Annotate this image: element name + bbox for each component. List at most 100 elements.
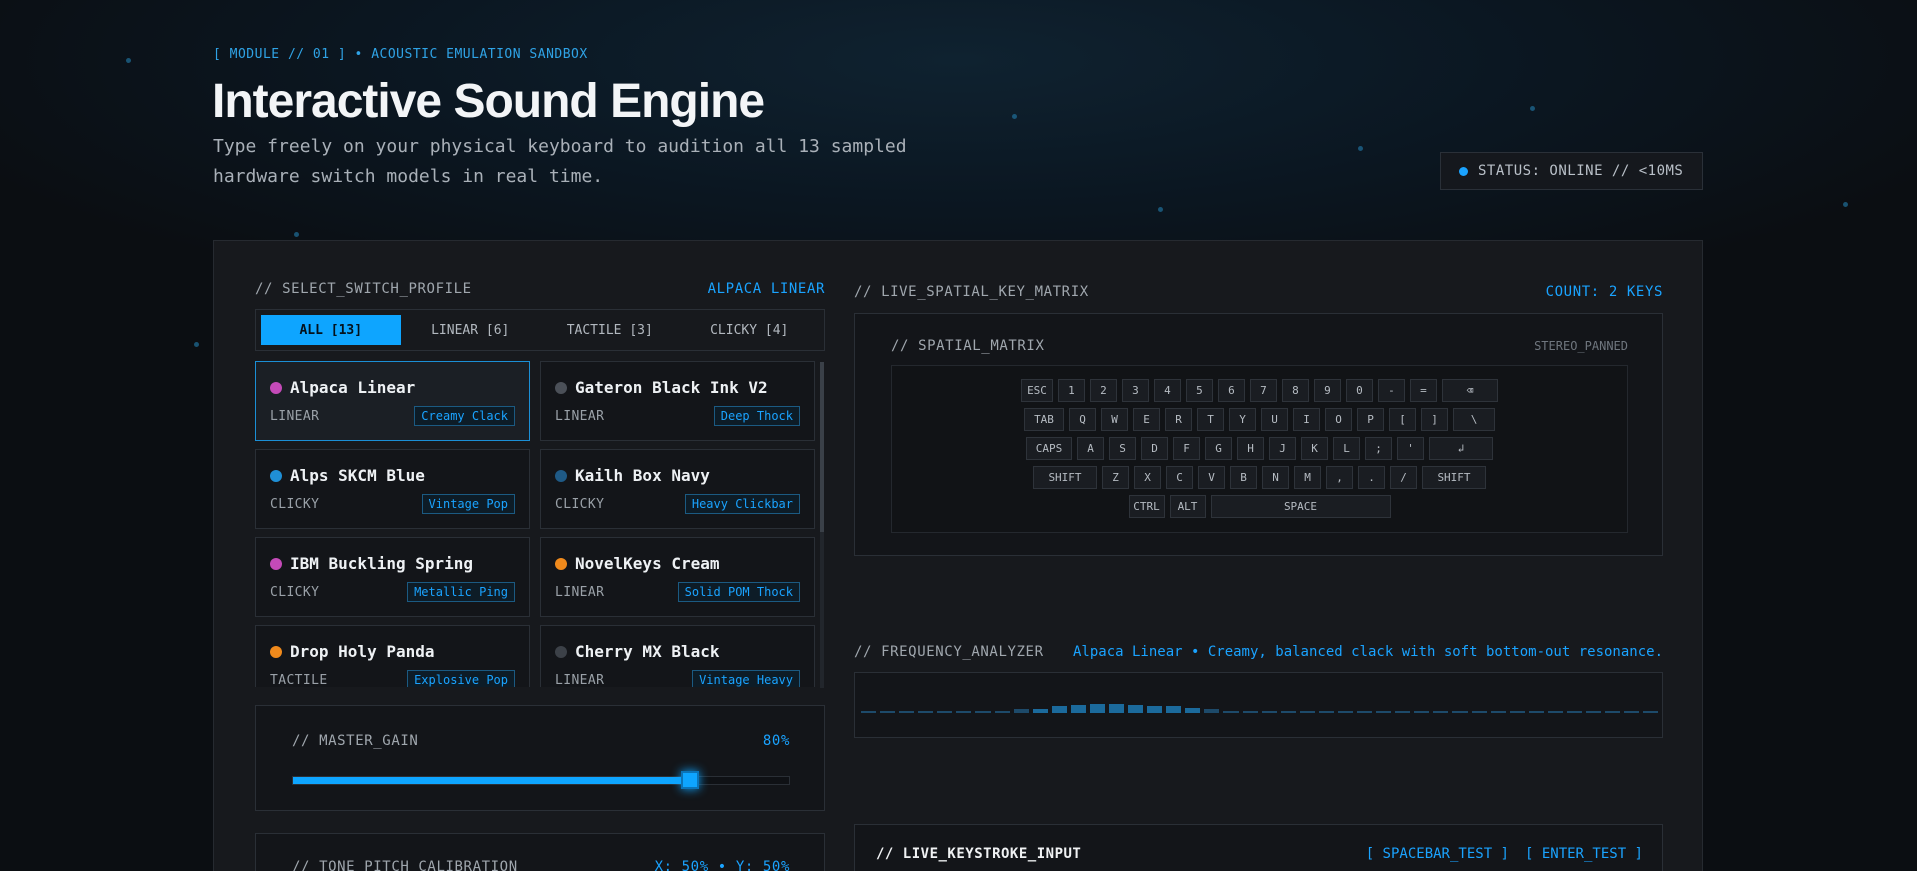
keyboard-key[interactable]: . [1358, 466, 1385, 489]
keyboard-key[interactable]: 8 [1281, 379, 1309, 402]
keyboard-key[interactable]: E [1133, 408, 1160, 431]
keyboard-key[interactable]: SHIFT [1422, 466, 1486, 489]
keyboard-key[interactable]: A [1077, 437, 1104, 460]
keyboard-key[interactable]: ↲ [1429, 437, 1493, 460]
frequency-bar [1433, 711, 1449, 713]
switch-color-dot-icon [270, 645, 282, 658]
tab-all[interactable]: ALL [13] [261, 315, 401, 345]
slider-handle[interactable] [680, 771, 699, 789]
switch-color-dot-icon [555, 381, 567, 394]
keyboard-key[interactable]: TAB [1024, 408, 1064, 431]
keyboard-key[interactable]: O [1325, 408, 1352, 431]
keyboard-key[interactable]: Y [1229, 408, 1256, 431]
page-title: Interactive Sound Engine [212, 75, 765, 128]
switch-list-scrollbar[interactable] [820, 362, 824, 688]
keyboard-key[interactable]: 4 [1153, 379, 1181, 402]
frequency-bar [1376, 711, 1392, 713]
keyboard-key[interactable]: G [1205, 437, 1232, 460]
keyboard-key[interactable]: ⌫ [1441, 379, 1498, 402]
frequency-bar [1414, 711, 1430, 713]
frequency-bar [1223, 711, 1239, 713]
switch-name: NovelKeys Cream [575, 554, 720, 573]
keyboard-key[interactable]: 0 [1345, 379, 1373, 402]
frequency-bar [1547, 711, 1563, 713]
keyboard-key[interactable]: B [1230, 466, 1257, 489]
keyboard-key[interactable]: ALT [1169, 495, 1206, 518]
keystroke-input-label: // LIVE_KEYSTROKE_INPUT [876, 846, 1082, 862]
keyboard-key[interactable]: ] [1421, 408, 1448, 431]
keyboard-key[interactable]: 2 [1089, 379, 1117, 402]
switch-card[interactable]: IBM Buckling Spring CLICKY Metallic Ping [255, 537, 530, 617]
keyboard-key[interactable]: 1 [1057, 379, 1085, 402]
keyboard-key[interactable]: D [1141, 437, 1168, 460]
keyboard-key[interactable]: SHIFT [1033, 466, 1097, 489]
keyboard-key[interactable]: , [1326, 466, 1353, 489]
slider-fill [293, 777, 690, 784]
keyboard-key[interactable]: / [1390, 466, 1417, 489]
keyboard-key[interactable]: M [1294, 466, 1321, 489]
keyboard-key[interactable]: \ [1453, 408, 1495, 431]
enter-test-button[interactable]: [ ENTER_TEST ] [1525, 846, 1643, 862]
tab-clicky[interactable]: CLICKY [4] [680, 315, 820, 345]
keyboard-key[interactable]: I [1293, 408, 1320, 431]
keyboard-key[interactable]: [ [1389, 408, 1416, 431]
frequency-bar [1147, 706, 1163, 713]
sound-engine-panel: // SELECT_SWITCH_PROFILE ALPACA LINEAR A… [213, 240, 1703, 871]
keyboard-key[interactable]: T [1197, 408, 1224, 431]
switch-sound-tag: Solid POM Thock [677, 582, 800, 602]
keyboard-key[interactable]: CTRL [1128, 495, 1165, 518]
keyboard-key[interactable]: P [1357, 408, 1384, 431]
keyboard-key[interactable]: C [1166, 466, 1193, 489]
switch-card[interactable]: Alpaca Linear LINEAR Creamy Clack [255, 361, 530, 441]
keyboard-key[interactable]: 9 [1313, 379, 1341, 402]
keyboard-key[interactable]: N [1262, 466, 1289, 489]
keyboard-key[interactable]: L [1333, 437, 1360, 460]
switch-card[interactable]: NovelKeys Cream LINEAR Solid POM Thock [540, 537, 815, 617]
keyboard-key[interactable]: 3 [1121, 379, 1149, 402]
keyboard-key[interactable]: Z [1102, 466, 1129, 489]
master-gain-value: 80% [762, 733, 790, 749]
switch-color-dot-icon [555, 645, 567, 658]
keyboard-key[interactable]: K [1301, 437, 1328, 460]
keyboard-key[interactable]: SPACE [1210, 495, 1391, 518]
switch-card[interactable]: Alps SKCM Blue CLICKY Vintage Pop [255, 449, 530, 529]
frequency-bar [1643, 711, 1659, 713]
switch-card[interactable]: Cherry MX Black LINEAR Vintage Heavy [540, 625, 815, 687]
keyboard-key[interactable]: F [1173, 437, 1200, 460]
keyboard-key[interactable]: = [1409, 379, 1437, 402]
keyboard-key[interactable]: CAPS [1026, 437, 1072, 460]
keyboard-key[interactable]: ESC [1021, 379, 1053, 402]
keyboard-key[interactable]: V [1198, 466, 1225, 489]
spacebar-test-button[interactable]: [ SPACEBAR_TEST ] [1366, 846, 1509, 862]
keyboard-key[interactable]: Q [1069, 408, 1096, 431]
master-gain-slider[interactable] [292, 771, 790, 789]
keyboard-key[interactable]: 5 [1185, 379, 1213, 402]
switch-color-dot-icon [270, 557, 282, 570]
switch-card[interactable]: Kailh Box Navy CLICKY Heavy Clickbar [540, 449, 815, 529]
switch-card-title: Gateron Black Ink V2 [555, 378, 800, 397]
keyboard-key[interactable]: ' [1397, 437, 1424, 460]
keyboard-key[interactable]: 6 [1217, 379, 1245, 402]
keyboard-key[interactable]: X [1134, 466, 1161, 489]
frequency-bar [975, 711, 991, 713]
keyboard-key[interactable]: 7 [1249, 379, 1277, 402]
scrollbar-thumb[interactable] [820, 362, 824, 532]
switch-name: Alps SKCM Blue [290, 466, 425, 485]
tab-tactile[interactable]: TACTILE [3] [540, 315, 680, 345]
switch-name: Cherry MX Black [575, 642, 720, 661]
spatial-matrix-label: // SPATIAL_MATRIX [891, 338, 1045, 354]
keyboard-key[interactable]: J [1269, 437, 1296, 460]
switch-card[interactable]: Gateron Black Ink V2 LINEAR Deep Thock [540, 361, 815, 441]
switch-sound-tag: Heavy Clickbar [684, 494, 800, 514]
frequency-bar [956, 711, 972, 713]
keyboard-key[interactable]: H [1237, 437, 1264, 460]
keyboard-key[interactable]: U [1261, 408, 1288, 431]
keyboard-key[interactable]: - [1377, 379, 1405, 402]
keyboard-key[interactable]: W [1101, 408, 1128, 431]
keyboard-key[interactable]: ; [1365, 437, 1392, 460]
page-subtitle: Type freely on your physical keyboard to… [213, 136, 907, 187]
switch-card[interactable]: Drop Holy Panda TACTILE Explosive Pop [255, 625, 530, 687]
tab-linear[interactable]: LINEAR [6] [401, 315, 541, 345]
keyboard-key[interactable]: S [1109, 437, 1136, 460]
keyboard-key[interactable]: R [1165, 408, 1192, 431]
